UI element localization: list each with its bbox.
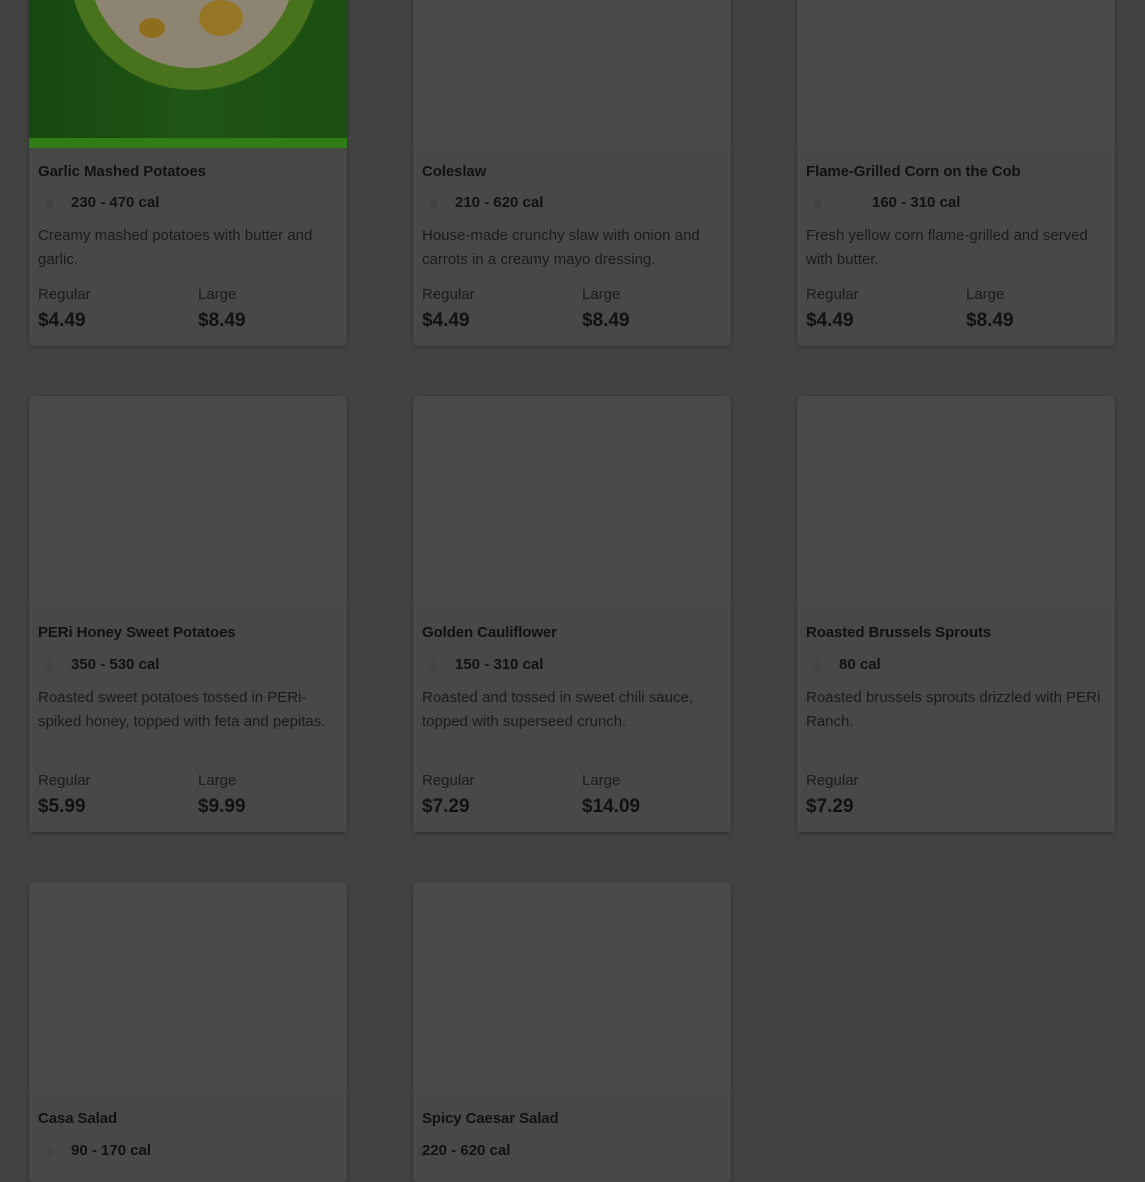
item-name: PERi Honey Sweet Potatoes bbox=[38, 624, 236, 641]
size-label-large: Large bbox=[966, 286, 1005, 303]
item-description: Roasted sweet potatoes tossed in PERi-sp… bbox=[38, 689, 326, 730]
size-label-regular: Regular bbox=[422, 772, 475, 789]
item-calories: 150 - 310 cal bbox=[455, 656, 544, 673]
size-label-large: Large bbox=[198, 772, 237, 789]
price-regular: $4.49 bbox=[806, 310, 854, 331]
item-description: Roasted and tossed in sweet chili sauce,… bbox=[422, 689, 693, 730]
flame-icon bbox=[430, 659, 438, 671]
item-description: Creamy mashed potatoes with butter and g… bbox=[38, 227, 313, 268]
size-label-regular: Regular bbox=[422, 286, 475, 303]
item-name: Golden Cauliflower bbox=[422, 624, 557, 641]
size-label-large: Large bbox=[582, 772, 621, 789]
food-photo bbox=[29, 0, 347, 148]
menu-card-casa-salad[interactable]: Casa Salad 90 - 170 cal bbox=[29, 882, 347, 1182]
price-large: $8.49 bbox=[966, 310, 1014, 331]
food-photo bbox=[797, 0, 1115, 148]
item-calories: 350 - 530 cal bbox=[71, 656, 160, 673]
flame-icon bbox=[46, 197, 54, 209]
flame-icon bbox=[46, 659, 54, 671]
food-photo bbox=[413, 0, 731, 148]
item-name: Roasted Brussels Sprouts bbox=[806, 624, 992, 641]
food-photo bbox=[413, 882, 731, 1092]
menu-card-flame-grilled-corn[interactable]: Flame-Grilled Corn on the Cob 160 - 310 … bbox=[797, 0, 1115, 346]
item-calories: 230 - 470 cal bbox=[71, 194, 160, 211]
flame-icon bbox=[46, 1145, 54, 1157]
food-photo bbox=[797, 396, 1115, 606]
price-regular: $4.49 bbox=[422, 310, 470, 331]
menu-card-spicy-caesar-salad[interactable]: Spicy Caesar Salad 220 - 620 cal bbox=[413, 882, 731, 1182]
price-regular: $4.49 bbox=[38, 310, 86, 331]
menu-card-golden-cauliflower[interactable]: Golden Cauliflower 150 - 310 cal Roasted… bbox=[413, 396, 731, 832]
price-large: $9.99 bbox=[198, 796, 246, 817]
size-label-regular: Regular bbox=[38, 286, 91, 303]
item-calories: 160 - 310 cal bbox=[872, 194, 961, 211]
price-regular: $7.29 bbox=[806, 796, 854, 817]
item-description: Fresh yellow corn flame-grilled and serv… bbox=[806, 227, 1088, 268]
food-photo bbox=[29, 882, 347, 1092]
item-calories: 80 cal bbox=[839, 656, 881, 673]
flame-icon bbox=[814, 659, 822, 671]
price-regular: $5.99 bbox=[38, 796, 86, 817]
menu-card-garlic-mashed-potatoes[interactable]: Garlic Mashed Potatoes 230 - 470 cal Cre… bbox=[29, 0, 347, 346]
flame-icon bbox=[814, 197, 822, 209]
price-regular: $7.29 bbox=[422, 796, 470, 817]
menu-card-roasted-brussels-sprouts[interactable]: Roasted Brussels Sprouts 80 cal Roasted … bbox=[797, 396, 1115, 832]
item-calories: 210 - 620 cal bbox=[455, 194, 544, 211]
price-large: $14.09 bbox=[582, 796, 641, 817]
item-name: Garlic Mashed Potatoes bbox=[38, 163, 206, 180]
size-label-regular: Regular bbox=[38, 772, 91, 789]
food-photo bbox=[29, 396, 347, 606]
food-photo bbox=[413, 396, 731, 606]
size-label-large: Large bbox=[582, 286, 621, 303]
size-label-regular: Regular bbox=[806, 286, 859, 303]
item-calories: 220 - 620 cal bbox=[422, 1142, 511, 1159]
price-large: $8.49 bbox=[582, 310, 630, 331]
size-label-large: Large bbox=[198, 286, 237, 303]
item-description: House-made crunchy slaw with onion and c… bbox=[422, 227, 700, 268]
item-name: Casa Salad bbox=[38, 1110, 118, 1127]
menu-card-peri-honey-sweet-potatoes[interactable]: PERi Honey Sweet Potatoes 350 - 530 cal … bbox=[29, 396, 347, 832]
price-large: $8.49 bbox=[198, 310, 246, 331]
item-name: Coleslaw bbox=[422, 163, 487, 180]
item-name: Spicy Caesar Salad bbox=[422, 1110, 559, 1127]
item-calories: 90 - 170 cal bbox=[71, 1142, 152, 1159]
menu-card-coleslaw[interactable]: Coleslaw 210 - 620 cal House-made crunch… bbox=[413, 0, 731, 346]
item-name: Flame-Grilled Corn on the Cob bbox=[806, 163, 1021, 180]
item-description: Roasted brussels sprouts drizzled with P… bbox=[806, 689, 1101, 730]
size-label-regular: Regular bbox=[806, 772, 859, 789]
flame-icon bbox=[430, 197, 438, 209]
